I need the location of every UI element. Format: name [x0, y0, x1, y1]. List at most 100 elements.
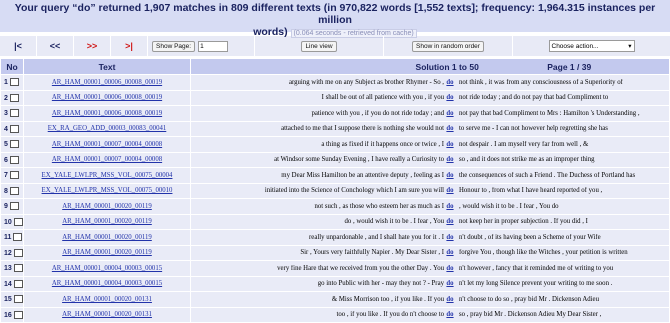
row-select-checkbox[interactable]: [13, 279, 23, 288]
left-context: arguing with me on any Subject as brothe…: [288, 78, 444, 86]
text-id-link[interactable]: AR_HAM_00001_00007_00004_00008: [52, 141, 162, 148]
row-select-checkbox[interactable]: [9, 140, 19, 149]
line-view-button[interactable]: Line view: [301, 40, 337, 52]
row-number: 15: [4, 296, 12, 304]
keyword-link[interactable]: do: [444, 311, 456, 318]
row-number-cell: 16: [1, 307, 23, 322]
concordance-cell: not such , as those who esteem her as mu…: [191, 199, 669, 214]
random-order-group: Show in random order: [384, 36, 513, 56]
text-id-link[interactable]: AR_HAM_00001_00006_00008_00019: [52, 79, 162, 86]
concordance-cell: too , if you like . If you do n't choose…: [191, 307, 669, 322]
keyword-link[interactable]: do: [444, 79, 456, 86]
left-context: my Dear Miss Hamilton be an attentive de…: [281, 171, 444, 179]
left-context: really unpardonable , and I shall hate y…: [309, 233, 444, 241]
keyword-link[interactable]: do: [444, 234, 456, 241]
concordance-cell: & Miss Morrison too , if you like . If y…: [191, 292, 669, 307]
show-page-button[interactable]: Show Page:: [152, 40, 196, 52]
text-id-link[interactable]: EX_YALE_LWLPR_MSS_VOL_00075_00004: [42, 172, 173, 179]
text-id-cell: AR_HAM_00001_00020_00119: [24, 199, 190, 214]
text-id-link[interactable]: AR_HAM_00001_00020_00131: [62, 311, 152, 318]
row-select-checkbox[interactable]: [9, 155, 19, 164]
concordance-cell: arguing with me on any Subject as brothe…: [191, 75, 669, 90]
row-number-cell: 3: [1, 106, 23, 121]
concordance-rows: 1 AR_HAM_00001_00006_00008_00019 arguing w…: [1, 75, 669, 322]
row-number-cell: 2: [1, 90, 23, 105]
right-context: n't however , fancy that it reminded me …: [459, 264, 614, 272]
concordance-table: No Text Solution 1 to 50 Page 1 / 39 1 AR…: [0, 58, 670, 323]
action-select[interactable]: Choose action... ▾: [548, 40, 635, 52]
left-context: initiated into the Science of Conchology…: [264, 187, 444, 195]
show-page-group: Show Page:: [148, 36, 255, 56]
row-select-checkbox[interactable]: [9, 124, 19, 133]
concordance-cell: really unpardonable , and I shall hate y…: [191, 230, 669, 245]
keyword-link[interactable]: do: [444, 296, 456, 303]
table-row: 8 EX_YALE_LWLPR_MSS_VOL_00075_00010 initia…: [1, 183, 669, 198]
keyword-link[interactable]: do: [444, 187, 456, 194]
chevron-down-icon: ▾: [628, 43, 632, 50]
row-select-checkbox[interactable]: [9, 78, 19, 87]
table-row: 11 AR_HAM_00001_00020_00119 really unpardo…: [1, 230, 669, 245]
text-id-link[interactable]: AR_HAM_00001_00006_00008_00019: [52, 94, 162, 101]
text-id-link[interactable]: EX_RA_GEO_ADD_00003_00083_00041: [48, 125, 167, 132]
row-number-cell: 5: [1, 137, 23, 152]
row-select-checkbox[interactable]: [13, 264, 23, 273]
text-id-link[interactable]: AR_HAM_00001_00020_00131: [62, 296, 152, 303]
keyword-link[interactable]: do: [444, 218, 456, 225]
left-context: I shall be out of all patience with you …: [321, 94, 444, 102]
table-row: 16 AR_HAM_00001_00020_00131 too , if you l…: [1, 307, 669, 322]
right-context: n't doubt , of its having been a Scheme …: [459, 233, 601, 241]
previous-page-button[interactable]: <<: [37, 36, 74, 56]
text-id-link[interactable]: AR_HAM_00001_00020_00119: [62, 234, 152, 241]
row-select-checkbox[interactable]: [9, 202, 19, 211]
keyword-link[interactable]: do: [444, 265, 456, 272]
row-select-checkbox[interactable]: [9, 93, 19, 102]
row-number-cell: 9: [1, 199, 23, 214]
row-number: 2: [4, 94, 8, 102]
row-number: 10: [4, 218, 12, 226]
right-context: not keep her in proper subjection . If y…: [459, 218, 588, 226]
keyword-link[interactable]: do: [444, 280, 456, 287]
concordance-cell: patience with you , if you do not ride t…: [191, 106, 669, 121]
row-select-checkbox[interactable]: [9, 186, 19, 195]
row-number: 1: [4, 79, 8, 87]
keyword-link[interactable]: do: [444, 125, 456, 132]
row-select-checkbox[interactable]: [13, 310, 23, 319]
text-id-link[interactable]: AR_HAM_00001_00007_00004_00008: [52, 156, 162, 163]
row-select-checkbox[interactable]: [13, 233, 23, 242]
right-context: the consequences of such a Friend . The …: [459, 171, 636, 179]
row-select-checkbox[interactable]: [13, 217, 23, 226]
text-id-link[interactable]: AR_HAM_00001_00006_00008_00019: [52, 110, 162, 117]
keyword-link[interactable]: do: [444, 110, 456, 117]
text-id-link[interactable]: AR_HAM_00001_00004_00003_00015: [52, 265, 162, 272]
left-context: at Windsor some Sunday Evening , I have …: [274, 156, 444, 164]
query-summary: Your query “do” returned 1,907 matches i…: [0, 0, 670, 38]
text-id-link[interactable]: AR_HAM_00001_00020_00119: [62, 203, 152, 210]
text-id-link[interactable]: AR_HAM_00001_00020_00119: [62, 218, 152, 225]
line-view-group: Line view: [255, 36, 384, 56]
row-number: 3: [4, 110, 8, 118]
random-order-button[interactable]: Show in random order: [412, 40, 484, 52]
keyword-link[interactable]: do: [444, 141, 456, 148]
first-page-button[interactable]: |<: [0, 36, 37, 56]
keyword-link[interactable]: do: [444, 94, 456, 101]
last-page-button[interactable]: >|: [111, 36, 148, 56]
concordance-cell: a thing as fixed if it happens once or t…: [191, 137, 669, 152]
page-number-input[interactable]: [198, 40, 229, 52]
row-number: 16: [4, 311, 12, 319]
text-id-link[interactable]: EX_YALE_LWLPR_MSS_VOL_00075_00010: [42, 187, 173, 194]
text-id-link[interactable]: AR_HAM_00001_00020_00119: [62, 249, 152, 256]
concordance-cell: very fine Hare that we received from you…: [191, 261, 669, 276]
row-select-checkbox[interactable]: [9, 109, 19, 118]
keyword-link[interactable]: do: [444, 203, 456, 210]
row-number: 4: [4, 125, 8, 133]
keyword-link[interactable]: do: [444, 156, 456, 163]
column-header-no: No: [1, 59, 23, 74]
keyword-link[interactable]: do: [444, 249, 456, 256]
row-select-checkbox[interactable]: [13, 295, 23, 304]
next-page-button[interactable]: >>: [74, 36, 111, 56]
keyword-link[interactable]: do: [444, 172, 456, 179]
row-select-checkbox[interactable]: [13, 248, 23, 257]
text-id-link[interactable]: AR_HAM_00001_00004_00003_00015: [52, 280, 162, 287]
row-select-checkbox[interactable]: [9, 171, 19, 180]
right-context: to serve me - I can not however help reg…: [459, 125, 608, 133]
